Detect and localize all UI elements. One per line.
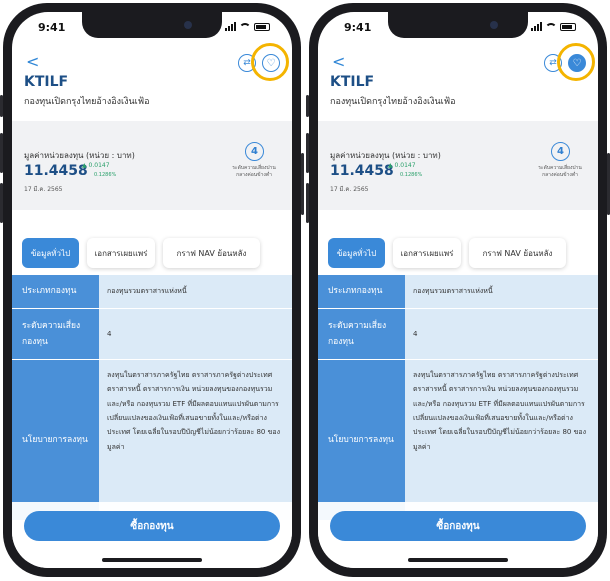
volume-down-button xyxy=(306,183,309,223)
back-button[interactable]: < xyxy=(26,54,39,70)
highlight-ring xyxy=(557,43,595,81)
highlight-ring xyxy=(251,43,289,81)
risk-level-text: ระดับความเสี่ยงปานกลางค่อนข้างต่ำ xyxy=(232,165,276,178)
wifi-icon xyxy=(239,23,251,31)
risk-level-badge: 4 xyxy=(551,142,570,161)
home-indicator xyxy=(102,558,202,562)
notch xyxy=(82,12,222,38)
tab-general-info[interactable]: ข้อมูลทั่วไป xyxy=(22,238,79,268)
nav-change-percent: 0.1286% xyxy=(400,172,423,178)
nav-panel: มูลค่าหน่วยลงทุน (หน่วย : บาท) 11.4458 ▲… xyxy=(12,121,292,210)
table-row: นโยบายการลงทุน ลงทุนในตราสารภาครัฐไทย ตร… xyxy=(12,360,292,521)
buy-fund-button[interactable]: ซื้อกองทุน xyxy=(24,511,280,541)
fund-info-table: ประเภทกองทุน กองทุนรวมตราสารแห่งหนี้ ระด… xyxy=(318,275,598,521)
nav-label: มูลค่าหน่วยลงทุน (หน่วย : บาท) xyxy=(330,151,441,160)
tab-bar: ข้อมูลทั่วไป เอกสารเผยแพร่ กราฟ NAV ย้อน… xyxy=(318,210,598,285)
signal-icon xyxy=(531,22,542,31)
table-row: นโยบายการลงทุน ลงทุนในตราสารภาครัฐไทย ตร… xyxy=(318,360,598,521)
app-screen: 9:41 < ⇄ ♡ KTILF กองทุนเปิดกรุงไทยอ้างอิ… xyxy=(318,12,598,568)
nav-change-percent: 0.1286% xyxy=(94,172,117,178)
table-row: ระดับความเสี่ยงกองทุน 4 xyxy=(12,309,292,360)
tab-nav-history-chart[interactable]: กราฟ NAV ย้อนหลัง xyxy=(163,238,260,268)
tab-documents[interactable]: เอกสารเผยแพร่ xyxy=(393,238,461,268)
phone-frame-right: 9:41 < ⇄ ♡ KTILF กองทุนเปิดกรุงไทยอ้างอิ… xyxy=(306,3,610,577)
camera xyxy=(184,21,192,29)
fund-risk-label: ระดับความเสี่ยงกองทุน xyxy=(12,309,99,359)
app-screen: 9:41 < ⇄ ♡ KTILF กองทุนเปิดกรุงไทยอ้างอิ… xyxy=(12,12,292,568)
buy-bar: ซื้อกองทุน xyxy=(318,502,598,568)
nav-value: 11.4458 xyxy=(24,163,88,179)
notch xyxy=(388,12,528,38)
signal-icon xyxy=(225,22,236,31)
fund-info-table: ประเภทกองทุน กองทุนรวมตราสารแห่งหนี้ ระด… xyxy=(12,275,292,521)
status-time: 9:41 xyxy=(38,21,66,34)
phone-frame-left: 9:41 < ⇄ ♡ KTILF กองทุนเปิดกรุงไทยอ้างอิ… xyxy=(0,3,304,577)
buy-fund-button[interactable]: ซื้อกองทุน xyxy=(330,511,586,541)
table-row: ระดับความเสี่ยงกองทุน 4 xyxy=(318,309,598,360)
power-button xyxy=(301,153,304,215)
fund-type-label: ประเภทกองทุน xyxy=(12,275,99,308)
battery-icon xyxy=(254,23,270,31)
fund-code: KTILF xyxy=(24,74,69,90)
risk-level-badge: 4 xyxy=(245,142,264,161)
mute-switch xyxy=(0,95,3,117)
fund-type-value: กองทุนรวมตราสารแห่งหนี้ xyxy=(99,275,292,308)
nav-value: 11.4458 xyxy=(330,163,394,179)
status-icons xyxy=(225,22,270,31)
table-row: ประเภทกองทุน กองทุนรวมตราสารแห่งหนี้ xyxy=(318,275,598,309)
fund-code: KTILF xyxy=(330,74,375,90)
tab-documents[interactable]: เอกสารเผยแพร่ xyxy=(87,238,155,268)
nav-date: 17 มี.ค. 2565 xyxy=(330,186,369,193)
nav-change: ▲ 0.0147 xyxy=(82,162,110,169)
investment-policy-value: ลงทุนในตราสารภาครัฐไทย ตราสารภาครัฐต่างป… xyxy=(405,360,598,520)
status-icons xyxy=(531,22,576,31)
fund-type-label: ประเภทกองทุน xyxy=(318,275,405,308)
nav-change: ▲ 0.0147 xyxy=(388,162,416,169)
status-time: 9:41 xyxy=(344,21,372,34)
risk-level-text: ระดับความเสี่ยงปานกลางค่อนข้างต่ำ xyxy=(538,165,582,178)
volume-up-button xyxy=(306,133,309,173)
battery-icon xyxy=(560,23,576,31)
volume-up-button xyxy=(0,133,3,173)
volume-down-button xyxy=(0,183,3,223)
tab-bar: ข้อมูลทั่วไป เอกสารเผยแพร่ กราฟ NAV ย้อน… xyxy=(12,210,292,285)
buy-bar: ซื้อกองทุน xyxy=(12,502,292,568)
fund-risk-value: 4 xyxy=(99,309,292,359)
investment-policy-label: นโยบายการลงทุน xyxy=(12,360,99,520)
table-row: ประเภทกองทุน กองทุนรวมตราสารแห่งหนี้ xyxy=(12,275,292,309)
tab-general-info[interactable]: ข้อมูลทั่วไป xyxy=(328,238,385,268)
fund-risk-label: ระดับความเสี่ยงกองทุน xyxy=(318,309,405,359)
camera xyxy=(490,21,498,29)
fund-type-value: กองทุนรวมตราสารแห่งหนี้ xyxy=(405,275,598,308)
nav-label: มูลค่าหน่วยลงทุน (หน่วย : บาท) xyxy=(24,151,135,160)
nav-panel: มูลค่าหน่วยลงทุน (หน่วย : บาท) 11.4458 ▲… xyxy=(318,121,598,210)
fund-name: กองทุนเปิดกรุงไทยอ้างอิงเงินเฟ้อ xyxy=(24,97,150,107)
investment-policy-value: ลงทุนในตราสารภาครัฐไทย ตราสารภาครัฐต่างป… xyxy=(99,360,292,520)
fund-risk-value: 4 xyxy=(405,309,598,359)
back-button[interactable]: < xyxy=(332,54,345,70)
investment-policy-label: นโยบายการลงทุน xyxy=(318,360,405,520)
nav-date: 17 มี.ค. 2565 xyxy=(24,186,63,193)
fund-name: กองทุนเปิดกรุงไทยอ้างอิงเงินเฟ้อ xyxy=(330,97,456,107)
mute-switch xyxy=(306,95,309,117)
home-indicator xyxy=(408,558,508,562)
tab-nav-history-chart[interactable]: กราฟ NAV ย้อนหลัง xyxy=(469,238,566,268)
wifi-icon xyxy=(545,23,557,31)
